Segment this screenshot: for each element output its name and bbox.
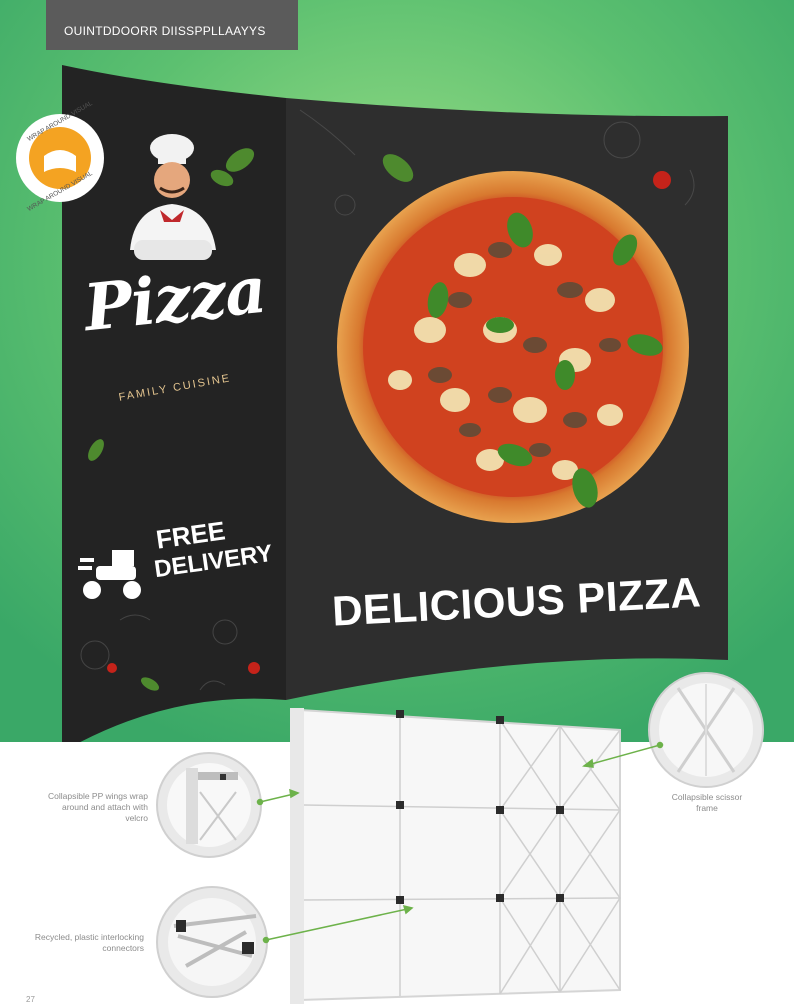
callout-scissor-frame: Collapsible scissor frame bbox=[671, 792, 743, 813]
page-number: 27 bbox=[26, 995, 35, 1004]
callout-arrows bbox=[256, 741, 664, 944]
callout-wings: Collapsible PP wings wrap around and att… bbox=[47, 791, 148, 823]
callout-connectors: Recycled, plastic interlocking connector… bbox=[34, 932, 144, 953]
